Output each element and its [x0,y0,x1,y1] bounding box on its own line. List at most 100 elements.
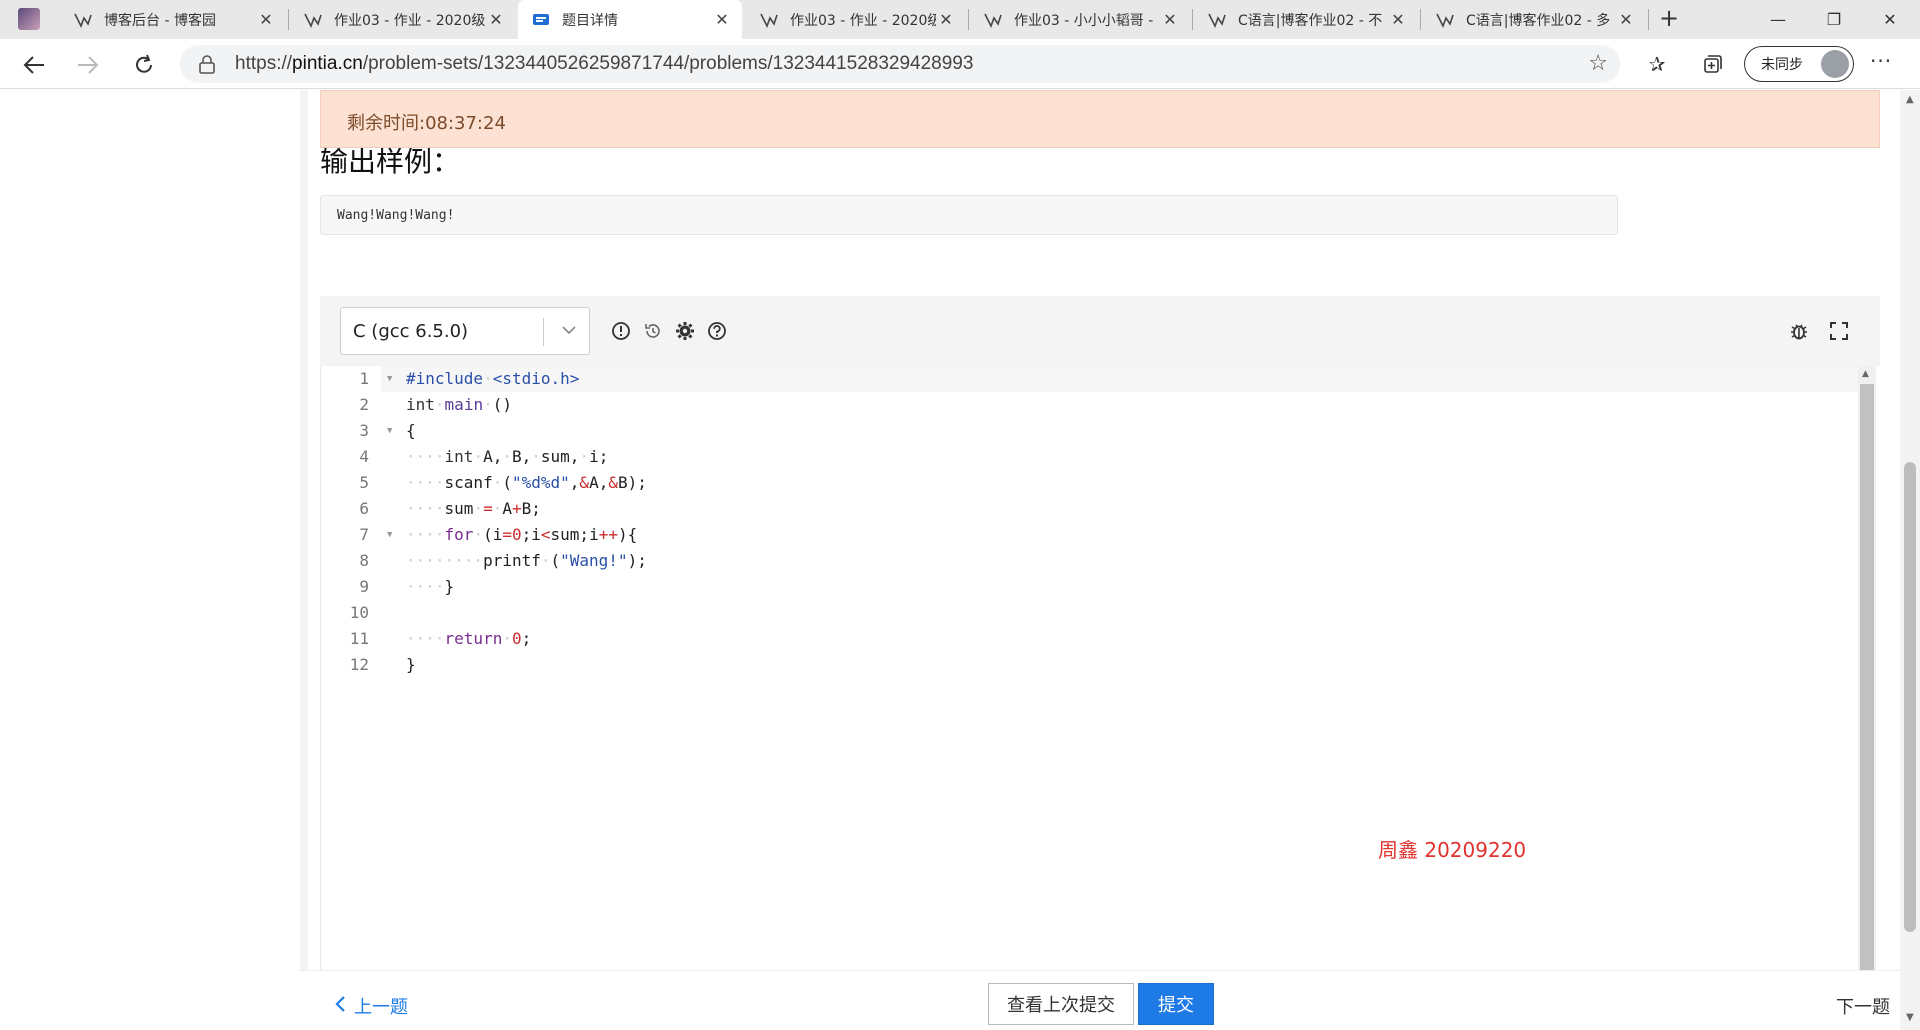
code-line[interactable]: 1 ▼ #include·<stdio.h> [321,366,1801,392]
back-arrow-icon[interactable] [18,49,50,81]
tab-problem-detail[interactable]: 题目详情 ✕ [518,0,742,39]
forward-arrow-icon[interactable] [72,49,104,81]
chevron-left-icon [334,994,346,1019]
tab-title: C语言|博客作业02 - 多 [1466,12,1611,29]
reload-icon[interactable] [128,49,160,81]
new-tab-plus-icon[interactable]: + [1656,6,1682,32]
code-line[interactable]: 6 ····sum·=·A+B; [321,496,1801,522]
gear-icon[interactable] [674,320,696,342]
submit-button[interactable]: 提交 [1138,983,1214,1025]
code-line[interactable]: 8 ········printf·("Wang!"); [321,548,1801,574]
pta-logo-icon [74,11,92,29]
pta-logo-icon [1436,11,1454,29]
close-icon[interactable]: ✕ [486,10,506,29]
window-close-icon[interactable]: ✕ [1862,0,1918,39]
history-icon[interactable] [642,320,664,342]
bottom-action-bar: 上一题 查看上次提交 提交 下一题 [300,970,1900,1030]
tab-strip: 博客后台 - 博客园 ✕ 作业03 - 作业 - 2020级 ✕ 题目详情 ✕ … [0,0,1920,39]
close-icon[interactable]: ✕ [1388,10,1408,29]
pta-logo-icon [760,11,778,29]
tab-divider [1648,9,1649,30]
page-scrollbar[interactable]: ▲ ▼ [1900,90,1920,1030]
code-line[interactable]: 4 ····int·A,·B,·sum,·i; [321,444,1801,470]
editor-toolbar: C (gcc 6.5.0) [320,296,1880,366]
view-last-submission-button[interactable]: 查看上次提交 [988,983,1134,1025]
remaining-time-text: 剩余时间:08:37:24 [347,113,506,134]
tab-title: C语言|博客作业02 - 不 [1238,12,1383,29]
fold-arrow-icon[interactable]: ▼ [387,366,392,392]
close-icon[interactable]: ✕ [712,10,732,29]
tab-blog-admin[interactable]: 博客后台 - 博客园 ✕ [60,0,286,39]
prev-problem-label: 上一题 [354,997,408,1018]
tab-homework-3[interactable]: 作业03 - 小小小韬哥 - ✕ [970,0,1190,39]
tab-homework-1[interactable]: 作业03 - 作业 - 2020级 ✕ [290,0,516,39]
tab-title: 题目详情 [562,12,618,29]
lock-icon[interactable] [198,54,216,74]
tab-title: 作业03 - 作业 - 2020级 [334,12,486,29]
editor-scrollbar-thumb[interactable] [1860,384,1874,970]
tab-divider [1420,9,1421,30]
sync-label: 未同步 [1761,57,1803,73]
star-icon[interactable]: ☆ [1588,51,1608,76]
url-host: pintia.cn [292,53,363,74]
browser-toolbar: https://pintia.cn/problem-sets/132344052… [0,39,1920,89]
tab-homework-2[interactable]: 作业03 - 作业 - 2020级 ✕ [746,0,966,39]
code-line[interactable]: 12} [321,652,1801,678]
sample-output-text: Wang!Wang!Wang! [337,208,455,223]
close-icon[interactable]: ✕ [1160,10,1180,29]
close-icon[interactable]: ✕ [936,10,956,29]
profile-avatar-icon[interactable] [18,8,40,30]
more-menu-icon[interactable]: ··· [1870,49,1892,73]
url-text: https://pintia.cn/problem-sets/132344052… [235,53,973,75]
user-avatar-icon [1821,50,1849,78]
debug-bug-icon[interactable] [1788,320,1810,342]
tab-divider [968,9,969,30]
url-path: /problem-sets/1323440526259871744/proble… [362,53,974,74]
left-gutter [300,90,308,1030]
code-line[interactable]: 11 ····return·0; [321,626,1801,652]
info-icon[interactable] [610,320,632,342]
language-value: C (gcc 6.5.0) [353,321,469,342]
sample-output-box: Wang!Wang!Wang! [320,195,1618,235]
code-line[interactable]: 9 ····} [321,574,1801,600]
select-divider [543,318,544,346]
tab-blog-hw-1[interactable]: C语言|博客作业02 - 不 ✕ [1194,0,1418,39]
fold-arrow-icon[interactable]: ▼ [387,418,392,444]
code-line[interactable]: 7 ▼ ····for·(i=0;i<sum;i++){ [321,522,1801,548]
tab-title: 博客后台 - 博客园 [104,12,216,29]
author-watermark: 周鑫 20209220 [1378,838,1527,862]
tab-title: 作业03 - 小小小韬哥 - [1014,12,1154,29]
page-scrollbar-thumb[interactable] [1904,462,1916,932]
code-line[interactable]: 5 ····scanf·("%d%d",&A,&B); [321,470,1801,496]
page-content: 输出样例： 剩余时间:08:37:24 Wang!Wang!Wang! C (g… [0,90,1920,1030]
profile-sync-button[interactable]: 未同步 [1744,46,1854,82]
code-line[interactable]: 2 int·main·() [321,392,1801,418]
chevron-down-icon[interactable] [561,320,577,339]
pta-logo-icon [1208,11,1226,29]
language-select[interactable]: C (gcc 6.5.0) [340,307,590,355]
code-line[interactable]: 3 ▼{ [321,418,1801,444]
tab-blog-hw-2[interactable]: C语言|博客作业02 - 多 ✕ [1422,0,1646,39]
next-problem-link[interactable]: 下一题 [1836,993,1890,1019]
address-bar[interactable]: https://pintia.cn/problem-sets/132344052… [180,45,1620,83]
favorites-icon[interactable]: ✰ [1642,49,1672,79]
restore-icon[interactable]: ❐ [1806,0,1862,39]
minimize-icon[interactable]: — [1750,0,1806,39]
editor-scrollbar[interactable]: ▲ [1858,366,1876,970]
help-icon[interactable] [706,320,728,342]
code-editor[interactable]: 1 ▼ #include·<stdio.h> 2 int·main·() 3 ▼{ 4 ·… [320,366,1861,970]
pintia-logo-icon [532,11,550,29]
code-line[interactable]: 10 [321,600,1801,626]
scroll-down-icon[interactable]: ▼ [1906,1012,1914,1023]
tab-divider [288,9,289,30]
prev-problem-link[interactable]: 上一题 [334,993,408,1019]
fold-arrow-icon[interactable]: ▼ [387,522,392,548]
close-icon[interactable]: ✕ [1616,10,1636,29]
scroll-up-icon[interactable]: ▲ [1862,369,1869,379]
close-icon[interactable]: ✕ [256,10,276,29]
fullscreen-icon[interactable] [1828,320,1850,342]
timer-banner: 剩余时间:08:37:24 [320,90,1880,148]
scroll-up-icon[interactable]: ▲ [1906,94,1914,105]
collections-icon[interactable] [1698,49,1728,79]
tab-title: 作业03 - 作业 - 2020级 [790,12,936,29]
